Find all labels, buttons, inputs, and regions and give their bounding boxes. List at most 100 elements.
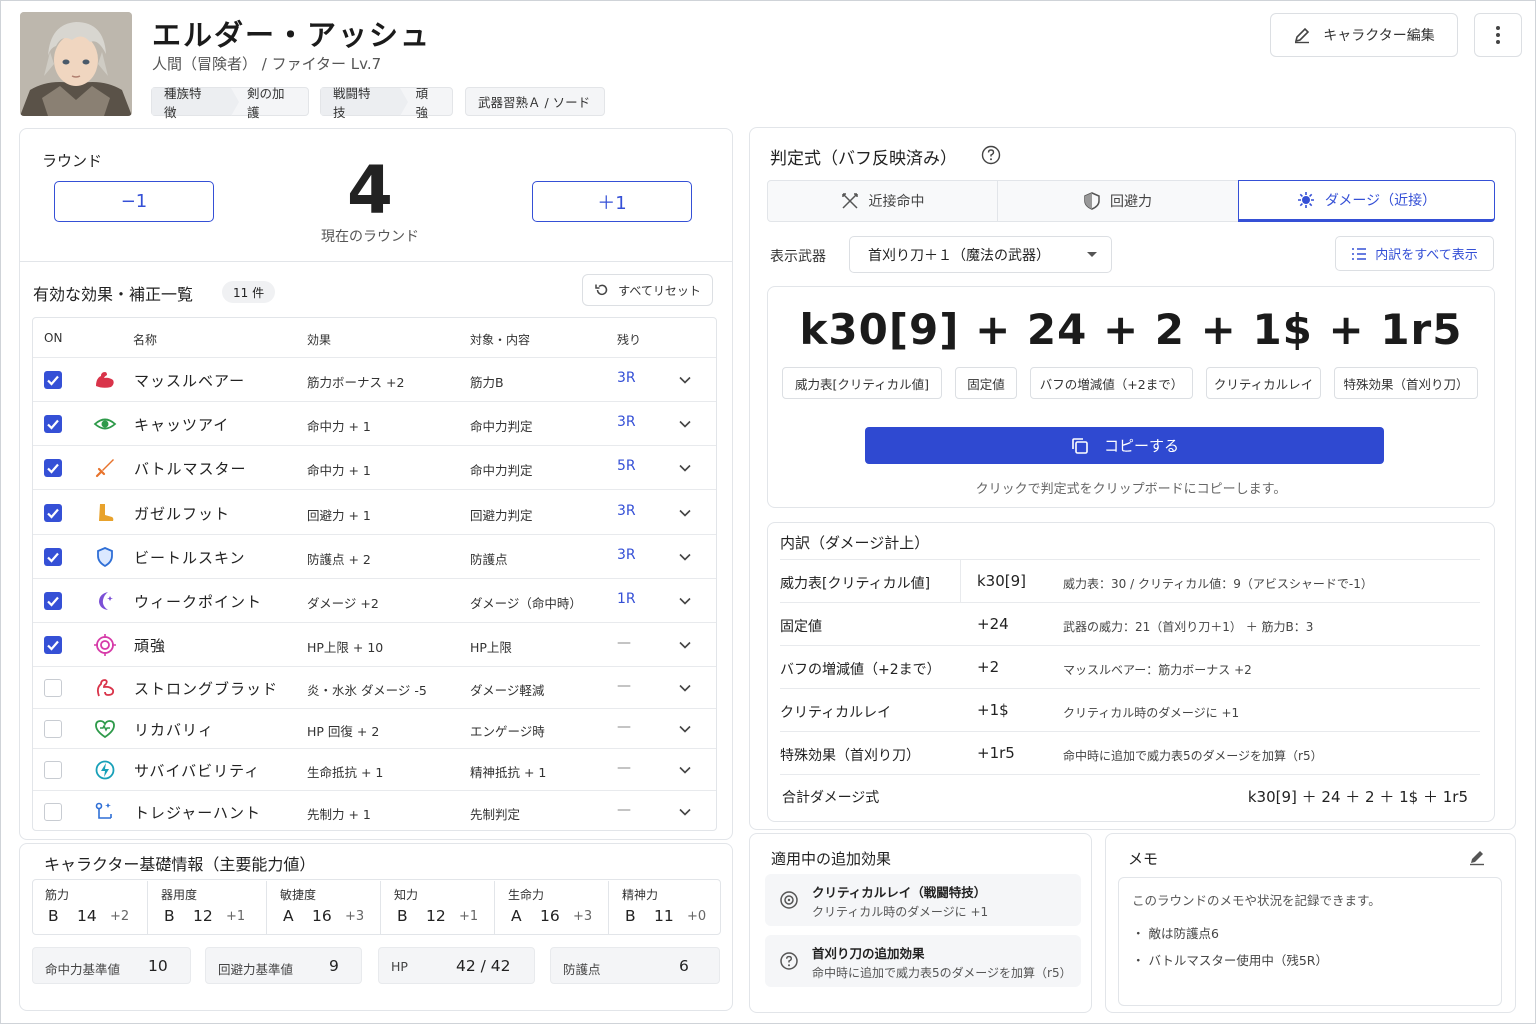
effect-name: ストロングブラッド [134,680,279,698]
show-all-breakdown-button[interactable]: 内訳をすべて表示 [1335,236,1494,271]
stat-label: 敏捷度 [280,888,317,902]
base-value-cell: 命中力基準値 10 [32,947,191,984]
stat-modifier: +2 [110,909,130,924]
stat-grade: B [164,907,175,925]
chevron-down-icon[interactable] [678,417,692,431]
effect-target: 命中力判定 [470,419,533,434]
breakdown-row: 固定値 +24 武器の威力：21（首刈り刀＋1） ＋ 筋力B：3 [780,602,1480,645]
effect-target: 筋力B [470,375,504,390]
col-effect: 効果 [307,333,332,347]
tab-melee-hit[interactable]: 近接命中 [767,180,998,222]
base-value: 42 / 42 [456,957,511,975]
stat-value: 11 [654,907,674,925]
chevron-down-icon[interactable] [678,638,692,652]
chevron-down-icon[interactable] [678,594,692,608]
chevron-down-icon[interactable] [678,461,692,475]
edit-character-button[interactable]: キャラクター編集 [1270,13,1458,57]
base-value: 9 [329,957,339,975]
effect-toggle-checkbox[interactable] [44,720,62,738]
base-value: 10 [148,957,168,975]
effect-toggle-checkbox[interactable] [44,415,62,433]
total-value: k30[9] ＋ 24 ＋ 2 ＋ 1$ ＋ 1r5 [1247,788,1468,806]
round-increment-button[interactable]: ＋1 [532,181,692,222]
chevron-down-icon[interactable] [678,550,692,564]
effect-value: 生命抵抗 + 1 [307,765,384,780]
shield-icon [93,545,117,569]
effect-toggle-checkbox[interactable] [44,679,62,697]
character-name: エルダー・アッシュ [152,18,432,52]
effect-toggle-checkbox[interactable] [44,761,62,779]
stat-grade: B [625,907,636,925]
target-icon [780,891,798,909]
stat-label: 精神力 [622,888,659,902]
effect-toggle-checkbox[interactable] [44,592,62,610]
shield-icon [1084,192,1100,210]
col-target: 対象・内容 [470,333,531,347]
effect-target: 防護点 [470,552,508,567]
effect-value: HP 回復 + 2 [307,724,380,739]
stat-value: 16 [312,907,332,925]
table-row: 頑強 HP上限 + 10 HP上限 — [33,622,716,666]
copy-button[interactable]: コピーする [865,427,1384,464]
eye-icon [93,412,117,436]
stat-cell: 筋力 B 14 +2 [32,881,147,934]
chevron-down-icon[interactable] [678,373,692,387]
effect-toggle-checkbox[interactable] [44,548,62,566]
effects-count-badge: 11 件 [222,281,276,303]
divider [19,261,733,262]
basic-info-title: キャラクター基礎情報（主要能力値） [44,855,316,874]
effect-toggle-checkbox[interactable] [44,803,62,821]
edit-memo-icon[interactable] [1468,848,1486,866]
chevron-down-icon[interactable] [678,722,692,736]
breakdown-value: +1r5 [977,744,1015,762]
effect-value: 炎・水氷 ダメージ -5 [307,683,427,698]
effect-toggle-checkbox[interactable] [44,636,62,654]
stat-modifier: +0 [687,909,707,924]
formula-title: 判定式（バフ反映済み） [770,149,957,169]
effect-toggle-checkbox[interactable] [44,459,62,477]
effect-toggle-checkbox[interactable] [44,371,62,389]
effect-value: 命中力 + 1 [307,463,371,478]
stat-modifier: +3 [573,909,593,924]
effect-name: キャッツアイ [134,416,230,434]
breakdown-title: 内訳（ダメージ計上） [780,534,930,552]
extra-effects-title: 適用中の追加効果 [771,850,892,868]
tag-race: 種族特徴 剣の加護 [151,86,309,120]
memo-textarea[interactable]: このラウンドのメモや状況を記録できます。 ・ 敵は防護点6 ・ バトルマスター使… [1118,877,1502,1006]
effect-value: 命中力 + 1 [307,419,371,434]
base-label: 防護点 [563,962,601,977]
breakdown-detail: 武器の威力：21（首刈り刀＋1） ＋ 筋力B：3 [1063,620,1314,634]
help-icon[interactable] [981,145,1001,165]
effect-target: 先制判定 [470,807,521,822]
effect-value: 防護点 + 2 [307,552,371,567]
chevron-down-icon[interactable] [678,805,692,819]
round-decrement-button[interactable]: −1 [54,181,214,222]
tab-evasion[interactable]: 回避力 [997,180,1239,222]
effect-value: 筋力ボーナス +2 [307,375,405,390]
effect-value: 回避力 + 1 [307,507,371,523]
more-menu-button[interactable] [1474,13,1522,57]
effect-target: 回避力判定 [470,507,533,523]
route-icon [93,800,117,824]
effect-name: サバイバビリティ [134,762,261,780]
arm-icon [93,676,117,700]
effect-target: ダメージ軽減 [470,683,545,698]
table-row: バトルマスター 命中力 + 1 命中力判定 5R [33,445,716,489]
base-label: HP [391,959,408,974]
weapon-select[interactable]: 首刈り刀＋１（魔法の武器） [849,236,1112,273]
effect-toggle-checkbox[interactable] [44,503,62,522]
base-value: 6 [679,957,689,975]
tag-weapon: 武器習熟Ａ / ソード [465,87,605,116]
tab-damage-melee[interactable]: ダメージ（近接） [1238,180,1495,222]
breakdown-name: 固定値 [780,619,822,635]
chevron-down-icon[interactable] [678,506,692,520]
copy-icon [1072,437,1088,454]
reset-all-button[interactable]: すべてリセット [582,274,713,306]
stat-label: 知力 [394,888,419,902]
col-remain: 残り [617,333,642,347]
chevron-down-icon[interactable] [678,681,692,695]
stat-modifier: +1 [459,909,479,924]
breakdown-row: クリティカルレイ +1$ クリティカル時のダメージに +1 [780,688,1480,731]
burst-icon [1297,192,1314,208]
chevron-down-icon[interactable] [678,763,692,777]
